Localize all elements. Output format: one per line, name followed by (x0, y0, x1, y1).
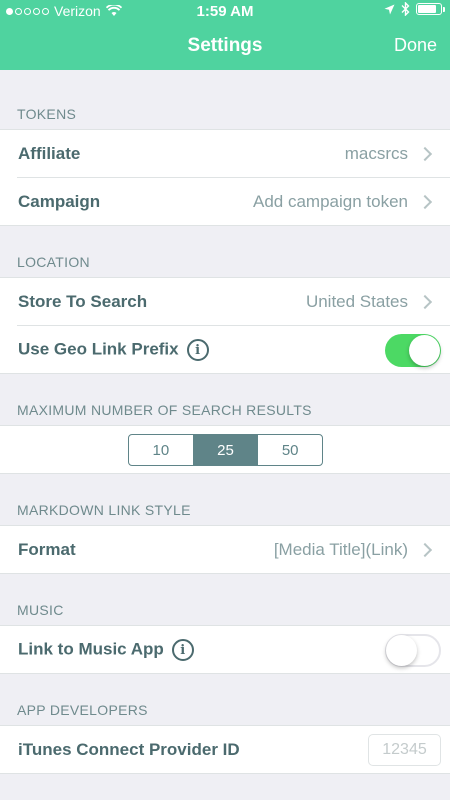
divider (0, 373, 450, 374)
status-right (384, 2, 445, 16)
info-circle-icon[interactable]: i (171, 639, 194, 661)
geo-link-prefix-label: Use Geo Link Prefix (18, 339, 179, 359)
provider-id-label: iTunes Connect Provider ID (18, 740, 240, 759)
segment-10[interactable]: 10 (129, 435, 194, 465)
segment-50[interactable]: 50 (258, 435, 322, 465)
bluetooth-icon (401, 2, 410, 16)
divider (0, 773, 450, 774)
chevron-right-icon (417, 294, 433, 310)
provider-id-input[interactable]: 12345 (368, 734, 441, 766)
info-circle-icon[interactable]: i (186, 339, 209, 361)
toggle-knob (409, 334, 440, 366)
campaign-value: Add campaign token (253, 192, 408, 211)
status-time: 1:59 AM (196, 3, 254, 20)
store-to-search-value: United States (305, 292, 408, 311)
affiliate-row[interactable]: Affiliate macsrcs (0, 130, 450, 178)
divider (0, 673, 450, 674)
location-arrow-icon (384, 4, 395, 14)
section-header-markdown: MARKDOWN LINK STYLE (17, 502, 191, 518)
toggle-knob (386, 634, 417, 666)
music-app-label-group: Link to Music App i (18, 639, 194, 661)
section-header-music: MUSIC (17, 602, 64, 618)
format-row[interactable]: Format [Media Title](Link) (0, 526, 450, 574)
section-header-location: LOCATION (17, 254, 90, 270)
section-header-tokens: TOKENS (17, 106, 77, 122)
store-to-search-label: Store To Search (18, 292, 148, 311)
format-label: Format (18, 540, 76, 559)
max-results-segmented-control: 10 25 50 (128, 434, 323, 466)
music-app-row: Link to Music App i (0, 626, 450, 674)
divider (0, 473, 450, 474)
status-bar: Verizon 1:59 AM (0, 0, 450, 22)
affiliate-label: Affiliate (18, 144, 81, 163)
geo-link-prefix-label-group: Use Geo Link Prefix i (18, 339, 209, 361)
music-app-label: Link to Music App (18, 639, 164, 659)
section-header-max-results: MAXIMUM NUMBER OF SEARCH RESULTS (17, 402, 312, 418)
max-results-row: 10 25 50 (0, 426, 450, 474)
chevron-right-icon (417, 542, 433, 558)
done-button[interactable]: Done (394, 35, 437, 56)
divider (0, 225, 450, 226)
chevron-right-icon (417, 146, 433, 162)
geo-link-prefix-row: Use Geo Link Prefix i (0, 326, 450, 374)
section-header-app-developers: APP DEVELOPERS (17, 702, 148, 718)
chevron-right-icon (417, 194, 433, 210)
campaign-label: Campaign (18, 192, 101, 211)
divider (0, 573, 450, 574)
battery-icon (416, 3, 445, 15)
format-value: [Media Title](Link) (273, 540, 408, 559)
affiliate-value: macsrcs (344, 144, 408, 163)
store-to-search-row[interactable]: Store To Search United States (0, 278, 450, 326)
provider-id-row: iTunes Connect Provider ID 12345 (0, 726, 450, 774)
geo-link-prefix-toggle[interactable] (385, 333, 441, 367)
nav-bar: Verizon 1:59 AM Settings Done (0, 0, 450, 70)
campaign-row[interactable]: Campaign Add campaign token (0, 178, 450, 226)
page-title: Settings (187, 35, 263, 56)
battery-level-fill (418, 5, 436, 13)
segment-25[interactable]: 25 (193, 435, 259, 465)
music-app-toggle[interactable] (385, 633, 441, 667)
